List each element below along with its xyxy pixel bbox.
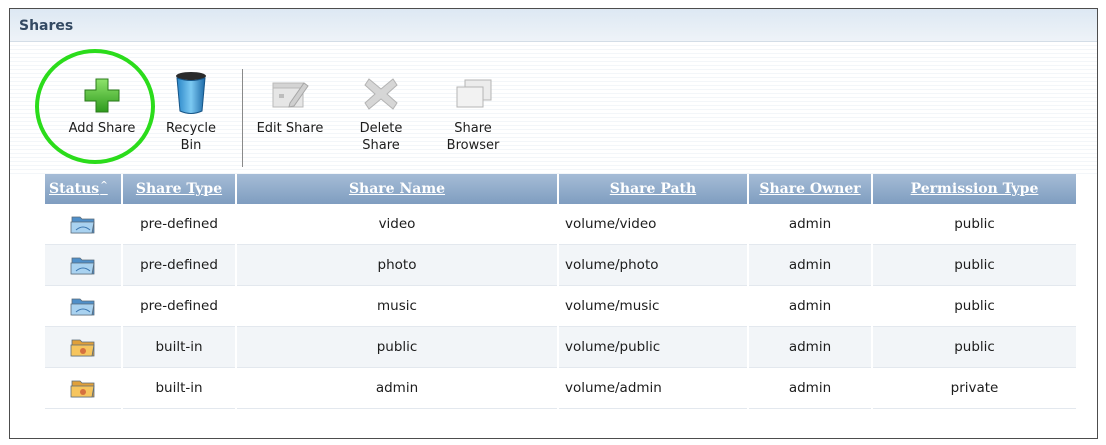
share-browser-icon — [456, 79, 492, 108]
share-path-header-label: Share Path — [609, 181, 697, 197]
share-owner-cell: admin — [749, 245, 871, 286]
status-cell — [45, 204, 121, 245]
folder-blue-icon — [70, 257, 95, 275]
share-browser-label-line1: Share — [454, 121, 492, 136]
share-path-cell: volume/photo — [559, 245, 747, 286]
status-cell — [45, 286, 121, 327]
permission-type-cell: public — [873, 286, 1076, 327]
table-row[interactable]: pre-defined video volume/video admin public — [45, 204, 1076, 245]
share-name-header-label: Share Name — [348, 181, 446, 197]
share-name-cell: music — [237, 286, 557, 327]
table-header-row: Status^ Share Type Share Name Share Path… — [45, 174, 1076, 204]
share-name-cell: video — [237, 204, 557, 245]
folder-blue-icon — [70, 298, 95, 316]
share-path-cell: volume/public — [559, 327, 747, 368]
status-cell — [45, 245, 121, 286]
status-cell — [45, 368, 121, 409]
folder-orange-icon — [70, 339, 95, 357]
delete-share-button[interactable]: Delete Share — [346, 77, 416, 162]
column-header-status[interactable]: Status^ — [45, 174, 121, 204]
column-header-share-path[interactable]: Share Path — [559, 174, 747, 204]
recycle-bin-label-line1: Recycle — [165, 121, 217, 136]
share-type-cell: pre-defined — [123, 204, 235, 245]
status-header-label: Status — [49, 181, 100, 197]
share-owner-header-label: Share Owner — [759, 181, 861, 197]
permission-type-header-label: Permission Type — [910, 181, 1039, 197]
share-type-cell: built-in — [123, 368, 235, 409]
table-row[interactable]: built-in public volume/public admin public — [45, 327, 1076, 368]
highlight-circle — [35, 49, 155, 164]
delete-share-label-line2: Share — [362, 138, 400, 153]
delete-share-label-line1: Delete — [359, 121, 403, 136]
folder-blue-icon — [70, 216, 95, 234]
permission-type-cell: public — [873, 245, 1076, 286]
share-path-cell: volume/music — [559, 286, 747, 327]
share-browser-button[interactable]: Share Browser — [433, 77, 513, 162]
share-path-cell: volume/video — [559, 204, 747, 245]
share-name-cell: admin — [237, 368, 557, 409]
column-header-share-name[interactable]: Share Name — [237, 174, 557, 204]
share-owner-cell: admin — [749, 204, 871, 245]
share-type-cell: pre-defined — [123, 286, 235, 327]
status-cell — [45, 327, 121, 368]
table-row[interactable]: pre-defined music volume/music admin public — [45, 286, 1076, 327]
panel-title: Shares — [19, 18, 74, 34]
column-header-share-owner[interactable]: Share Owner — [749, 174, 871, 204]
delete-x-icon — [364, 78, 398, 110]
sort-indicator-icon: ^ — [100, 181, 108, 191]
panel-header: Shares — [10, 9, 1097, 42]
permission-type-cell: public — [873, 204, 1076, 245]
recycle-bin-button[interactable]: Recycle Bin — [151, 71, 231, 159]
shares-table: Status^ Share Type Share Name Share Path… — [43, 174, 1078, 409]
column-header-share-type[interactable]: Share Type — [123, 174, 235, 204]
share-path-cell: volume/admin — [559, 368, 747, 409]
table-row[interactable]: pre-defined photo volume/photo admin public — [45, 245, 1076, 286]
edit-share-label: Edit Share — [256, 121, 324, 136]
edit-share-button[interactable]: Edit Share — [248, 77, 332, 139]
share-owner-cell: admin — [749, 286, 871, 327]
permission-type-cell: private — [873, 368, 1076, 409]
column-header-permission-type[interactable]: Permission Type — [873, 174, 1076, 204]
permission-type-cell: public — [873, 327, 1076, 368]
recycle-bin-icon — [176, 72, 206, 114]
folder-orange-icon — [70, 380, 95, 398]
share-browser-label-line2: Browser — [446, 138, 500, 153]
share-type-cell: built-in — [123, 327, 235, 368]
share-name-cell: public — [237, 327, 557, 368]
share-type-cell: pre-defined — [123, 245, 235, 286]
share-name-cell: photo — [237, 245, 557, 286]
toolbar-separator — [242, 69, 243, 167]
table-row[interactable]: built-in admin volume/admin admin private — [45, 368, 1076, 409]
edit-share-icon — [272, 82, 309, 108]
share-owner-cell: admin — [749, 327, 871, 368]
share-owner-cell: admin — [749, 368, 871, 409]
recycle-bin-label-line2: Bin — [180, 138, 202, 153]
share-type-header-label: Share Type — [135, 181, 223, 197]
